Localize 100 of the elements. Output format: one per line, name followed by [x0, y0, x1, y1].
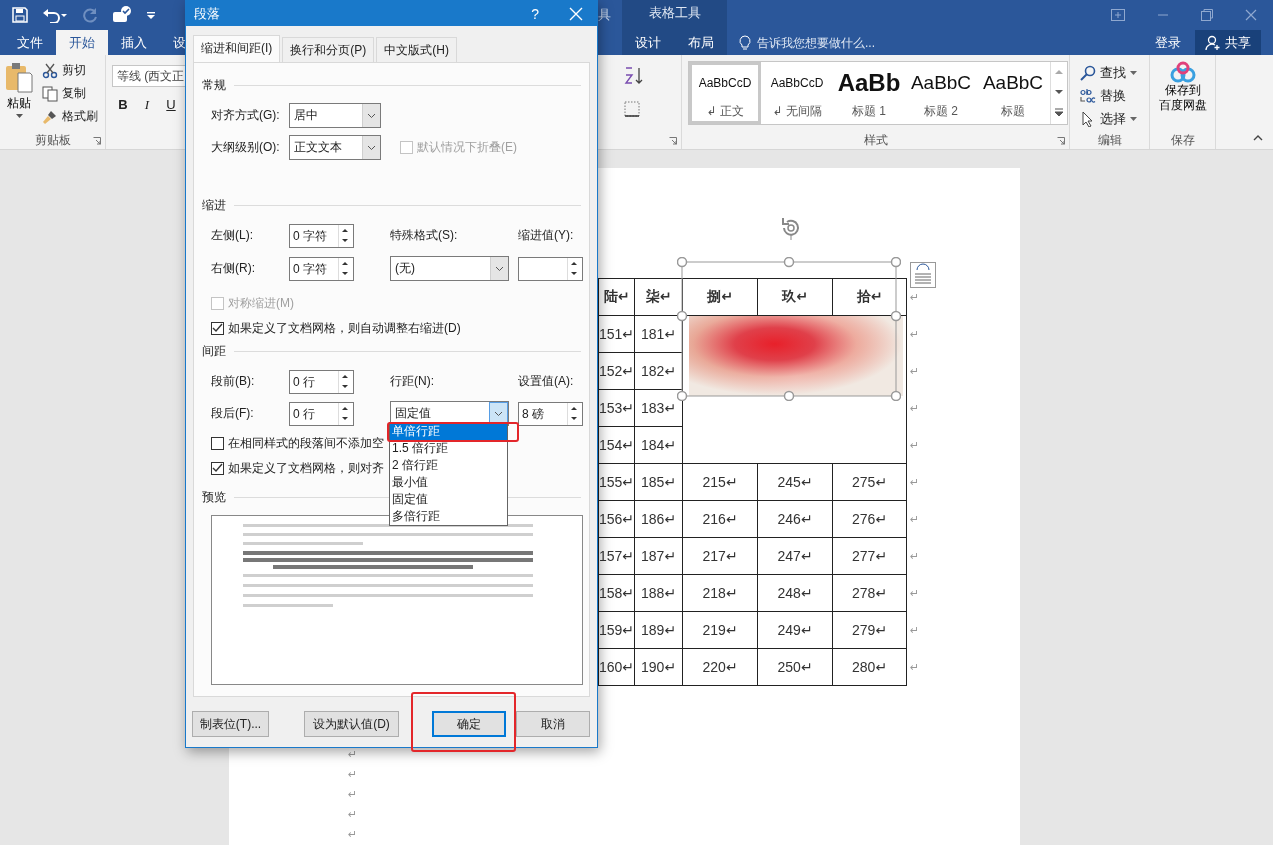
spin-field[interactable]: 0 行: [289, 369, 354, 394]
editing-command[interactable]: 查找: [1070, 61, 1149, 84]
paragraph-mark: ↵: [348, 787, 359, 802]
photo-placeholder[interactable]: [689, 316, 904, 396]
style-option[interactable]: AaBb 标题 1: [833, 62, 905, 124]
field-label: 设置值(A):: [518, 373, 575, 390]
dialog-tab[interactable]: 中文版式(H): [376, 37, 457, 62]
paste-button[interactable]: 粘贴: [0, 61, 38, 132]
outline-level-dropdown[interactable]: 正文文本: [289, 135, 381, 160]
ribbon-tab[interactable]: 文件: [4, 30, 56, 55]
field-label: 左侧(L):: [211, 227, 254, 244]
chevron-icon: [367, 112, 376, 119]
table-cell: 275↵: [832, 463, 907, 501]
collapse-ribbon-icon[interactable]: [1253, 135, 1263, 141]
spin-field[interactable]: 8 磅: [518, 401, 583, 426]
format-button[interactable]: I: [140, 97, 154, 113]
dialog-tab[interactable]: 缩进和间距(I): [193, 35, 281, 62]
field-label: 对齐方式(G):: [211, 107, 281, 124]
selection-frame[interactable]: [677, 257, 901, 401]
tell-me-field[interactable]: 告诉我您想要做什么...: [757, 35, 907, 50]
paragraph-mark: ↵: [910, 327, 920, 340]
table-cell: 215↵: [682, 463, 758, 501]
share-button[interactable]: 共享: [1195, 30, 1261, 55]
table-cell: 276↵: [832, 500, 907, 538]
editing-command[interactable]: 替换: [1070, 84, 1149, 107]
launcher-icon[interactable]: [93, 137, 101, 145]
dialog-button[interactable]: 制表位(T)...: [192, 711, 269, 737]
style-option[interactable]: AaBbCcD ↲ 正文: [689, 62, 761, 124]
maximize-icon[interactable]: [1201, 9, 1213, 21]
chevron-icon: [367, 144, 376, 151]
paragraph-mark: ↵: [910, 475, 920, 488]
paragraph-mark: ↵: [910, 438, 920, 451]
caret-icon: [15, 114, 23, 118]
style-option[interactable]: AaBbCcD ↲ 无间隔: [761, 62, 833, 124]
paragraph-mark: ↵: [910, 364, 920, 377]
border-icon[interactable]: [624, 101, 642, 117]
table-cell: 250↵: [757, 648, 833, 686]
lightbulb-icon: [739, 35, 751, 50]
paragraph-mark: ↵: [910, 586, 920, 599]
table-header-cell: 陆↵: [598, 278, 635, 316]
dialog-button[interactable]: 取消: [516, 711, 590, 737]
alignment-dropdown[interactable]: 居中: [289, 103, 381, 128]
launcher-icon[interactable]: [1057, 137, 1065, 145]
paragraph-mark: ↵: [910, 660, 920, 673]
ribbon-tab[interactable]: 开始: [56, 30, 108, 55]
table-cell: 247↵: [757, 537, 833, 575]
save-to-cloud-button[interactable]: 保存到 百度网盘: [1158, 61, 1207, 113]
checkbox-label: 默认情况下折叠(E): [417, 139, 517, 156]
table-cell: 279↵: [832, 611, 907, 649]
dialog-tab[interactable]: 换行和分页(P): [282, 37, 375, 62]
save-icon[interactable]: [12, 7, 28, 23]
dialog-button[interactable]: 确定: [432, 711, 506, 737]
clipboard-command[interactable]: 格式刷: [42, 107, 98, 126]
format-button[interactable]: B: [116, 97, 130, 113]
device-check-icon[interactable]: [112, 6, 132, 24]
dropdown-option[interactable]: 固定值: [390, 491, 507, 508]
close-icon[interactable]: [1245, 9, 1257, 21]
spin-field[interactable]: 0 字符: [289, 223, 354, 248]
section-heading: 缩进: [202, 196, 226, 214]
style-option[interactable]: AaBbC 标题 2: [905, 62, 977, 124]
paragraph-mark: ↵: [348, 747, 359, 762]
caret-icon[interactable]: [146, 10, 156, 20]
dialog-button[interactable]: 设为默认值(D): [304, 711, 399, 737]
field-label: 右侧(R):: [211, 260, 256, 277]
sign-in-link[interactable]: 登录: [1155, 30, 1195, 55]
checkbox[interactable]: [211, 321, 224, 335]
group-label: 剪贴板: [34, 132, 71, 149]
launcher-icon[interactable]: [669, 136, 677, 145]
special-indent-dropdown[interactable]: (无): [390, 256, 509, 281]
dropdown-option[interactable]: 最小值: [390, 474, 507, 491]
ribbon-tab[interactable]: 设计: [622, 30, 675, 55]
paragraph-mark: ↵: [348, 767, 359, 782]
style-option[interactable]: AaBbC 标题: [977, 62, 1049, 124]
checkbox[interactable]: [211, 436, 224, 450]
table-cell: 219↵: [682, 611, 758, 649]
spin-field[interactable]: 0 行: [289, 401, 354, 426]
ribbon-display-icon[interactable]: [1111, 9, 1125, 21]
help-button[interactable]: ?: [531, 5, 539, 22]
ribbon-tab[interactable]: 插入: [108, 30, 160, 55]
ribbon-tab[interactable]: 布局: [674, 30, 727, 55]
dropdown-option[interactable]: 多倍行距: [390, 508, 507, 525]
table-cell: 280↵: [832, 648, 907, 686]
clipboard-command[interactable]: 复制: [42, 84, 98, 103]
checkbox[interactable]: [211, 461, 224, 475]
undo-icon[interactable]: [42, 7, 68, 23]
editing-command[interactable]: 选择: [1070, 107, 1149, 130]
field-label: 行距(N):: [390, 373, 435, 390]
spin-field[interactable]: 0 字符: [289, 256, 354, 281]
chevron-icon: [495, 265, 504, 272]
field-label: 大纲级别(O):: [211, 139, 281, 156]
tab-group-title: 具: [598, 6, 612, 24]
table-cell: 187↵: [634, 537, 683, 575]
dropdown-option[interactable]: 1.5 倍行距: [390, 440, 507, 457]
spin-field[interactable]: [518, 256, 583, 281]
clipboard-command[interactable]: 剪切: [42, 61, 98, 80]
table-cell: 249↵: [757, 611, 833, 649]
field-label: 段前(B):: [211, 373, 256, 390]
dropdown-option[interactable]: 2 倍行距: [390, 457, 507, 474]
layout-options-icon[interactable]: [910, 262, 936, 288]
format-button[interactable]: U: [164, 97, 178, 113]
